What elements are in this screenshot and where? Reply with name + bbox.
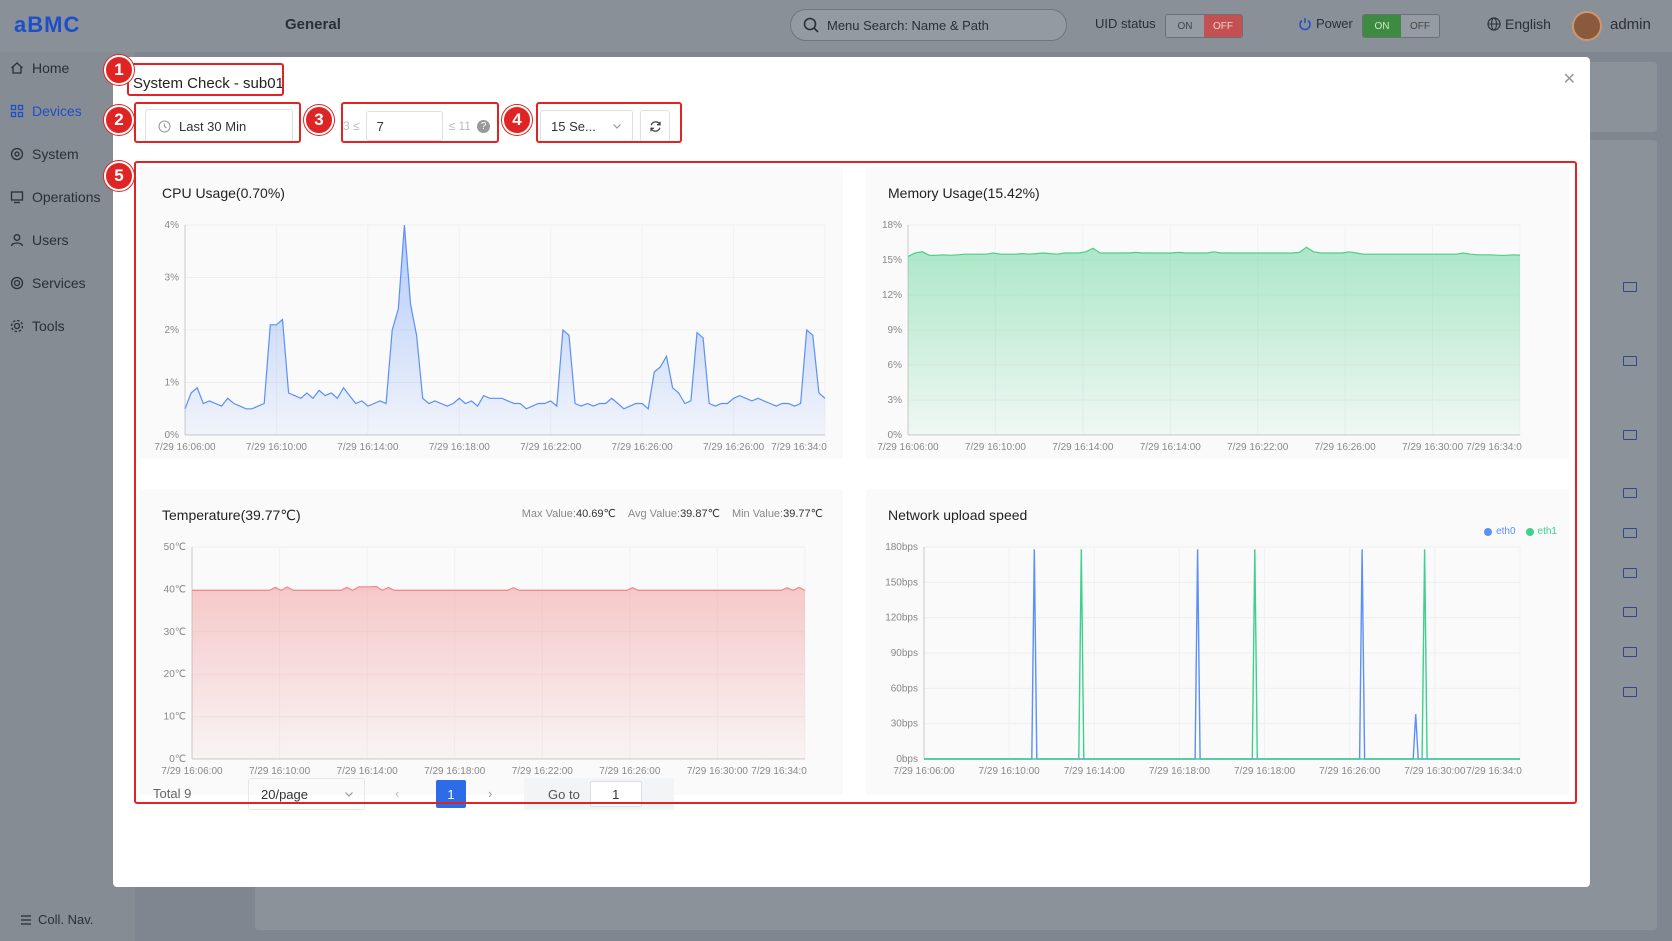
sidebar-item-system[interactable]: System <box>10 146 79 162</box>
operations-icon <box>10 191 24 204</box>
collapse-nav-label: Coll. Nav. <box>38 912 94 927</box>
sidebar-item-users[interactable]: Users <box>10 232 69 248</box>
user-name[interactable]: admin <box>1610 16 1651 33</box>
sidebar-item-label: Services <box>32 275 86 291</box>
uid-on[interactable]: ON <box>1166 15 1204 37</box>
sidebar-item-devices[interactable]: Devices <box>10 103 82 119</box>
monitor-icon <box>1623 528 1637 538</box>
language-label: English <box>1505 16 1551 32</box>
power-text: Power <box>1316 16 1353 31</box>
annotation-badge: 2 <box>104 105 134 135</box>
annotation-box-1 <box>127 63 284 96</box>
breadcrumb: General <box>285 16 341 33</box>
power-on[interactable]: ON <box>1363 15 1401 37</box>
menu-icon <box>21 914 31 925</box>
sidebar-item-tools[interactable]: Tools <box>10 318 65 334</box>
close-icon[interactable]: ✕ <box>1563 69 1576 89</box>
sidebar-item-label: Operations <box>32 189 101 205</box>
monitor-icon <box>1623 647 1637 657</box>
search-icon <box>803 17 819 33</box>
system-icon <box>10 147 24 161</box>
home-icon <box>11 62 23 74</box>
monitor-icon <box>1623 607 1637 617</box>
annotation-box-4 <box>536 102 682 143</box>
devices-icon <box>10 104 24 118</box>
language-switch[interactable]: English <box>1487 16 1551 32</box>
sidebar-item-home[interactable]: Home <box>10 60 69 76</box>
annotation-badge: 3 <box>304 105 334 135</box>
sidebar-item-services[interactable]: Services <box>10 275 86 291</box>
sidebar-item-label: Tools <box>32 318 65 334</box>
annotation-badge: 5 <box>104 161 134 191</box>
power-icon <box>1299 17 1311 30</box>
annotation-box-5 <box>134 161 1577 804</box>
services-icon <box>10 276 24 290</box>
tools-icon <box>10 319 24 333</box>
uid-label: UID status <box>1095 16 1156 31</box>
app-logo: aBMC <box>14 12 81 37</box>
system-check-dialog: System Check - sub01 ✕ Last 30 Min 3 ≤ ≤… <box>104 55 1590 887</box>
sidebar-item-label: Devices <box>32 103 82 119</box>
sidebar-item-label: Users <box>32 232 69 248</box>
annotation-badge: 4 <box>502 105 532 135</box>
sidebar-item-label: Home <box>32 60 70 76</box>
annotation-badge: 1 <box>104 55 134 85</box>
top-bar: aBMC General Menu Search: Name & Path UI… <box>0 0 1672 52</box>
power-label: Power <box>1298 16 1353 31</box>
power-toggle[interactable]: ON OFF <box>1362 14 1440 38</box>
sidebar-item-operations[interactable]: Operations <box>10 189 100 205</box>
menu-search[interactable]: Menu Search: Name & Path <box>790 9 1067 41</box>
uid-toggle[interactable]: ON OFF <box>1165 14 1243 38</box>
annotation-box-3 <box>341 102 499 143</box>
monitor-icon <box>1623 488 1637 498</box>
avatar[interactable] <box>1572 11 1602 41</box>
search-placeholder: Menu Search: Name & Path <box>827 17 989 33</box>
collapse-nav-button[interactable]: Coll. Nav. <box>20 912 93 927</box>
monitor-icon <box>1623 687 1637 697</box>
monitor-icon <box>1623 356 1637 366</box>
globe-icon <box>1487 17 1501 31</box>
annotation-box-2 <box>134 102 301 143</box>
monitor-icon <box>1623 430 1637 440</box>
monitor-icon <box>1623 282 1637 292</box>
uid-off[interactable]: OFF <box>1204 15 1242 37</box>
monitor-icon <box>1623 568 1637 578</box>
sidebar-item-label: System <box>32 146 79 162</box>
users-icon <box>10 234 24 247</box>
power-off[interactable]: OFF <box>1401 15 1439 37</box>
